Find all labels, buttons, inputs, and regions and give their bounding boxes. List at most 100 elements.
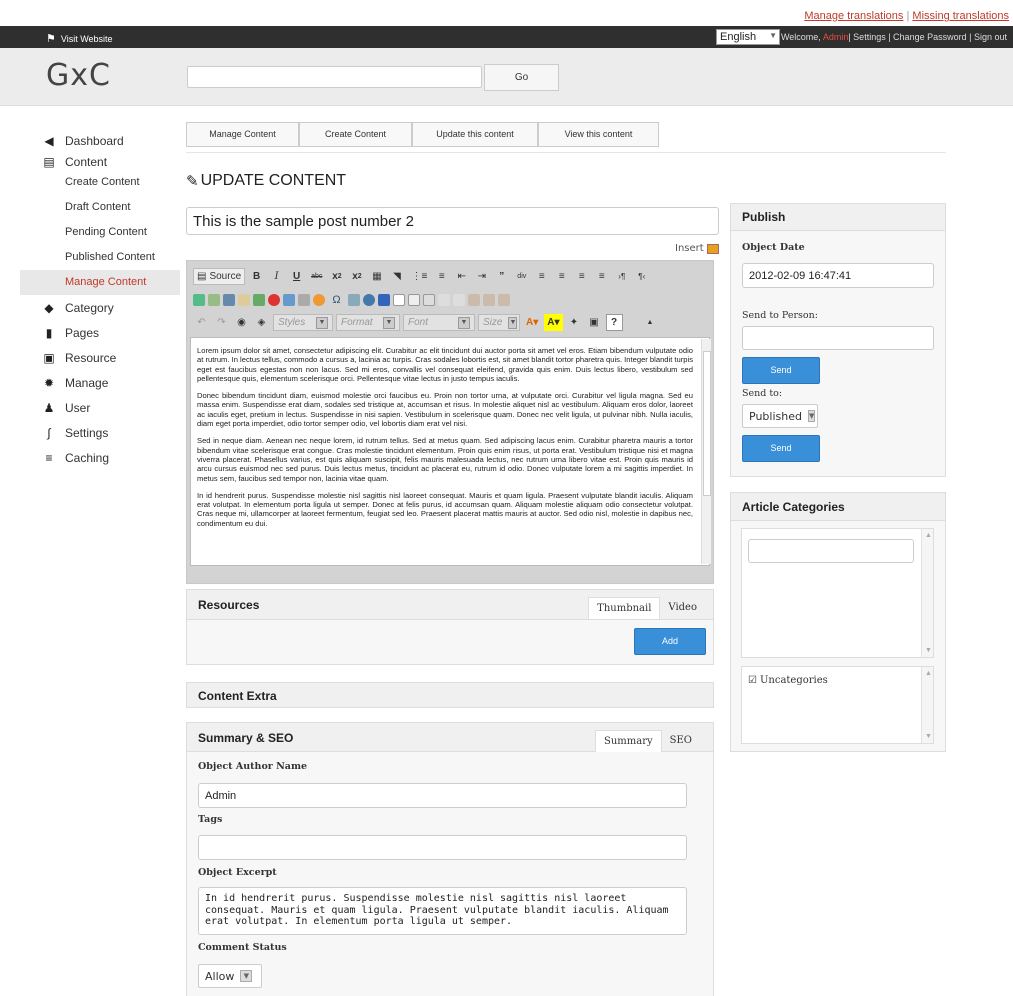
send-to-person-field[interactable] [742, 326, 934, 350]
search-input[interactable] [187, 66, 482, 88]
view-content-button[interactable]: View this content [538, 122, 659, 147]
maximize-icon[interactable]: ✦ [566, 314, 583, 331]
unlink-icon[interactable] [208, 293, 220, 306]
save-icon[interactable] [378, 293, 390, 306]
rtl-icon[interactable]: ¶‹ [633, 268, 650, 285]
indent-icon[interactable]: ⇥ [473, 268, 490, 285]
text-color-icon[interactable]: A▾ [523, 314, 541, 331]
find-icon[interactable]: ◉ [233, 314, 250, 331]
align-left-icon[interactable]: ≡ [533, 268, 550, 285]
eraser-icon[interactable]: ◥ [388, 268, 405, 285]
sidebar-item-category[interactable]: ◆ Category [40, 295, 180, 320]
new-page-icon[interactable] [393, 293, 405, 306]
bg-color-icon[interactable]: A▾ [544, 314, 563, 331]
content-extra-panel[interactable]: Content Extra [186, 682, 714, 708]
scrollbar-thumb[interactable] [703, 351, 711, 496]
link-icon[interactable] [193, 293, 205, 306]
bold-icon[interactable]: B [248, 268, 265, 285]
replace-icon[interactable]: ◈ [253, 314, 270, 331]
italic-icon[interactable]: I [268, 268, 285, 285]
sidebar-item-user[interactable]: ♟ User [40, 395, 180, 420]
iframe-icon[interactable] [363, 293, 375, 306]
table-icon[interactable]: ▦ [368, 268, 385, 285]
logo[interactable]: GxC [46, 58, 111, 93]
block-icon[interactable] [268, 293, 280, 306]
admin-link[interactable]: Admin [823, 32, 849, 42]
missing-translations-link[interactable]: Missing translations [912, 10, 1009, 22]
go-button[interactable]: Go [484, 64, 559, 91]
add-resource-button[interactable]: Add [634, 628, 706, 655]
paste-word-icon[interactable] [498, 293, 510, 306]
update-content-button[interactable]: Update this content [412, 122, 538, 147]
image-icon[interactable] [238, 293, 250, 306]
align-justify-icon[interactable]: ≡ [593, 268, 610, 285]
sidebar-sub-create-content[interactable]: Create Content [40, 170, 180, 195]
change-password-link[interactable]: | Change Password [888, 32, 966, 42]
copy-icon[interactable] [453, 293, 465, 306]
sidebar-item-pages[interactable]: ▮ Pages [40, 320, 180, 345]
create-content-button[interactable]: Create Content [299, 122, 412, 147]
manage-translations-link[interactable]: Manage translations [804, 10, 903, 22]
sign-out-link[interactable]: | Sign out [969, 32, 1007, 42]
sidebar-item-resource[interactable]: ▣ Resource [40, 345, 180, 370]
styles-select[interactable]: Styles ▼ [273, 314, 333, 331]
show-blocks-icon[interactable]: ▣ [586, 314, 603, 331]
templates-icon[interactable] [423, 293, 435, 306]
bullet-list-icon[interactable]: ≡ [433, 268, 450, 285]
outdent-icon[interactable]: ⇤ [453, 268, 470, 285]
category-list-scrollbar[interactable]: ▲ ▼ [921, 667, 933, 743]
send-button[interactable]: Send [742, 435, 820, 462]
subscript-icon[interactable]: x2 [328, 268, 345, 285]
underline-icon[interactable]: U [288, 268, 305, 285]
editor-scrollbar[interactable] [701, 339, 711, 564]
sidebar-sub-published-content[interactable]: Published Content [40, 245, 180, 270]
sidebar-sub-manage-content[interactable]: Manage Content [20, 270, 180, 295]
sidebar-item-caching[interactable]: ≡ Caching [40, 445, 180, 470]
paste-icon[interactable] [468, 293, 480, 306]
category-item-uncategories[interactable]: ☑ Uncategories [748, 675, 828, 686]
category-search-input[interactable] [748, 539, 914, 563]
tags-field[interactable] [198, 835, 687, 860]
paste-text-icon[interactable] [483, 293, 495, 306]
tab-seo[interactable]: SEO [662, 730, 700, 752]
insert-button[interactable]: Insert [675, 243, 719, 254]
strikethrough-icon[interactable]: abc [308, 268, 325, 285]
send-to-select[interactable]: Published ▼ [742, 404, 818, 428]
insert-table-icon[interactable] [283, 293, 295, 306]
sidebar-item-manage[interactable]: ✹ Manage [40, 370, 180, 395]
font-select[interactable]: Font ▼ [403, 314, 475, 331]
horizontal-rule-icon[interactable] [298, 293, 310, 306]
sidebar-item-settings[interactable]: ∫ Settings [40, 420, 180, 445]
align-right-icon[interactable]: ≡ [573, 268, 590, 285]
sidebar-sub-draft-content[interactable]: Draft Content [40, 195, 180, 220]
ltr-icon[interactable]: ›¶ [613, 268, 630, 285]
help-icon[interactable]: ? [605, 314, 623, 331]
comment-status-select[interactable]: Allow ▼ [198, 964, 262, 988]
visit-website-link[interactable]: ⚑ Visit Website [46, 32, 113, 45]
page-break-icon[interactable] [348, 293, 360, 306]
tab-thumbnail[interactable]: Thumbnail [588, 597, 661, 619]
title-input[interactable] [186, 207, 719, 235]
div-icon[interactable]: div [513, 268, 530, 285]
author-field[interactable] [198, 783, 687, 808]
superscript-icon[interactable]: x2 [348, 268, 365, 285]
language-select[interactable]: English ▼ [716, 29, 780, 45]
settings-link[interactable]: | Settings [848, 32, 885, 42]
sidebar-sub-pending-content[interactable]: Pending Content [40, 220, 180, 245]
anchor-icon[interactable] [223, 293, 235, 306]
cut-icon[interactable] [438, 293, 450, 306]
manage-content-button[interactable]: Manage Content [186, 122, 299, 147]
send-to-person-button[interactable]: Send [742, 357, 820, 384]
category-search-scrollbar[interactable]: ▲ ▼ [921, 529, 933, 657]
preview-icon[interactable] [408, 293, 420, 306]
tab-video[interactable]: Video [660, 597, 705, 619]
format-select[interactable]: Format ▼ [336, 314, 400, 331]
checkbox-icon[interactable]: ☑ [748, 675, 757, 686]
editor-content[interactable]: Lorem ipsum dolor sit amet, consectetur … [190, 337, 710, 566]
redo-icon[interactable]: ↷ [213, 314, 230, 331]
size-select[interactable]: Size ▼ [478, 314, 520, 331]
undo-icon[interactable]: ↶ [193, 314, 210, 331]
numbered-list-icon[interactable]: ⋮≡ [408, 268, 430, 285]
smiley-icon[interactable] [313, 293, 325, 306]
collapse-toolbar-icon[interactable]: ▲ [642, 314, 659, 331]
